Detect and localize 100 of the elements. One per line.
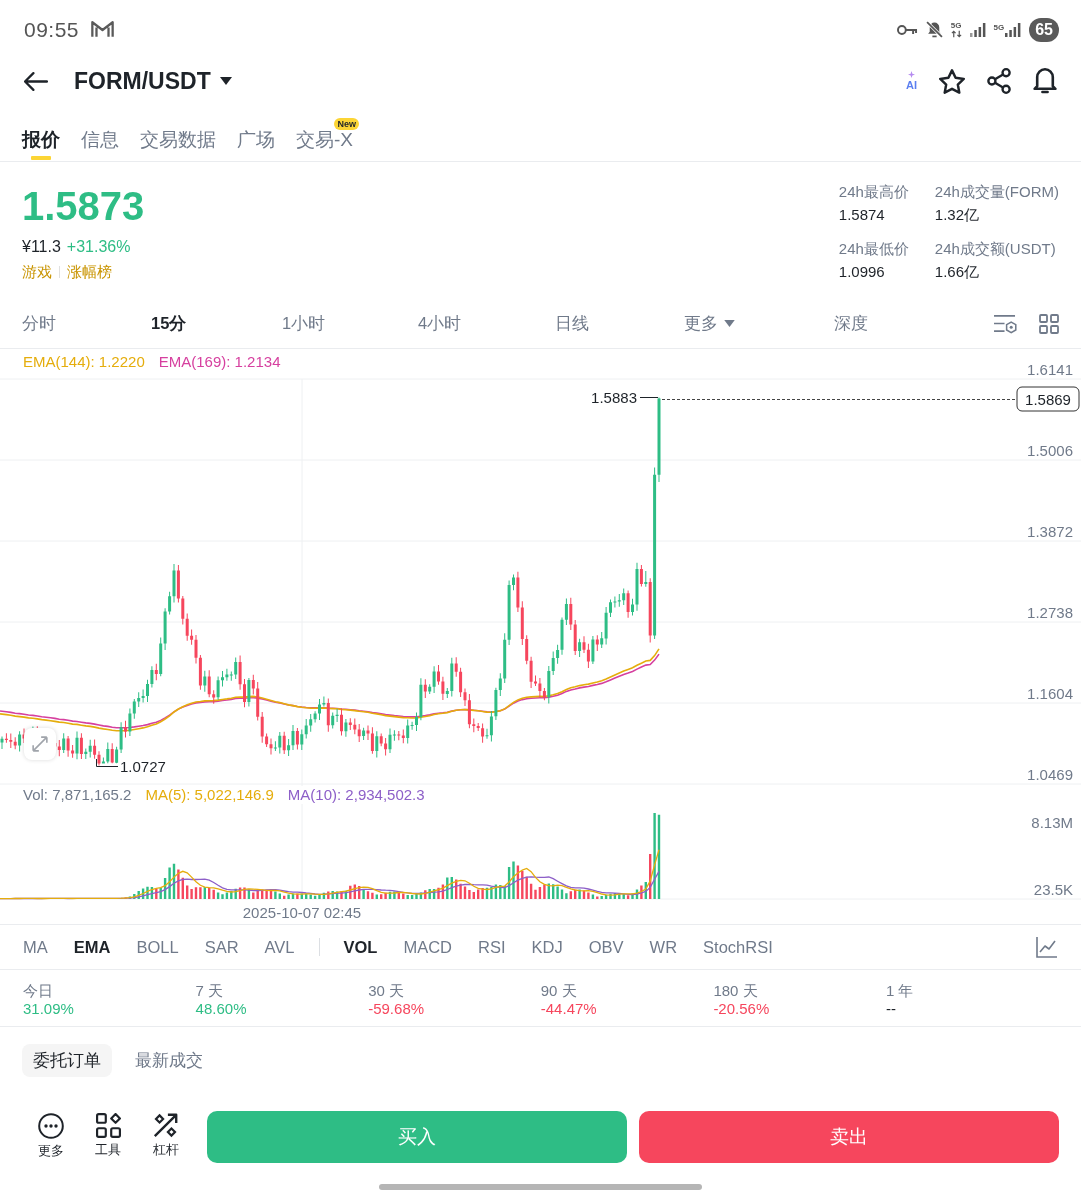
last-price: 1.5873 [22,184,145,228]
period-label: 7 天 [195,982,224,1000]
change-value: -20.56% [713,1000,770,1018]
tab[interactable]: 交易数据 [140,107,216,160]
order-tab[interactable]: 最新成交 [124,1044,214,1077]
legend-item: MA(5): 5,022,146.9 [145,786,274,804]
period-label: 30 天 [368,982,405,1000]
list-settings-icon[interactable] [993,313,1017,334]
legend-item: Vol: 7,871,165.2 [23,786,132,804]
sparkle-icon [908,71,915,78]
stat-label: 24h成交额(USDT) [934,239,1057,259]
period-label: 90 天 [540,982,577,1000]
share-icon[interactable] [987,68,1011,94]
time-label: 2025-10-07 02:45 [242,904,362,921]
tab[interactable]: 报价 [22,107,60,160]
period-label: 今日 [23,982,53,1000]
price-change: +31.36% [66,237,131,257]
data-arrows-icon [950,30,962,38]
bell-icon[interactable] [1033,68,1057,94]
caret-icon [219,77,232,85]
high-price-leader [639,397,659,398]
expand-icon [32,736,48,752]
period-label: 180 天 [713,982,758,1000]
category-tag[interactable]: 游戏 [22,261,52,283]
battery-indicator: 65 [1029,17,1059,42]
timeframe-tab[interactable]: 更多 [684,312,735,335]
sell-button[interactable]: 卖出 [638,1111,1059,1163]
indicator-tab[interactable]: SAR [204,937,239,957]
change-value: -- [885,1000,896,1018]
indicator-tab[interactable]: RSI [478,937,506,957]
legend-item: EMA(169): 1.2134 [158,353,281,371]
axis-label: 1.5006 [1027,442,1073,459]
axis-label: 1.3872 [1027,523,1073,540]
grid-icon[interactable] [1039,313,1059,334]
timeframe-tab[interactable]: 分时 [22,312,56,335]
low-price-leader [96,758,119,767]
timeframe-tab[interactable]: 15分 [151,312,187,335]
tool-button[interactable]: 工具 [79,1111,137,1159]
fiat-price: ¥11.3 [22,237,61,257]
axis-label: 1.2738 [1027,604,1073,621]
order-tab[interactable]: 委托订单 [22,1044,112,1077]
tool-button[interactable]: 更多 [22,1111,80,1159]
last-price-tag: 1.5869 [1016,386,1080,412]
tool-button[interactable]: 杠杆 [137,1111,195,1159]
indicator-tab[interactable]: WR [649,937,678,957]
indicator-tab[interactable]: VOL [343,937,378,957]
timeframe-tab[interactable]: 日线 [555,312,589,335]
axis-label: 1.0469 [1027,766,1073,783]
stat-label: 24h最低价 [838,239,910,259]
buy-button[interactable]: 买入 [206,1111,627,1163]
low-price-label: 1.0727 [120,758,166,775]
category-tag[interactable]: 涨幅榜 [67,261,112,283]
legend-item: MA(10): 2,934,502.3 [287,786,425,804]
change-value: -59.68% [368,1000,425,1018]
star-icon[interactable] [939,68,965,94]
indicator-tab[interactable]: StochRSI [703,937,773,957]
network-label: 5G [950,21,962,30]
indicator-tab[interactable]: EMA [73,937,111,957]
line-chart-icon[interactable] [1036,936,1058,958]
legend-item: EMA(144): 1.2220 [23,353,145,371]
stat-label: 24h成交量(FORM) [934,182,1059,202]
more-icon [37,1113,64,1139]
stat-value: 1.5874 [838,205,886,225]
stat-value: 1.32亿 [934,205,980,225]
indicator-tab[interactable]: MACD [403,937,453,957]
axis-label: 1.1604 [1027,685,1073,702]
axis-label: 1.6141 [1027,361,1073,378]
stat-value: 1.0996 [838,262,886,282]
status-time: 09:55 [24,17,80,42]
change-value: -44.47% [540,1000,597,1018]
stat-value: 1.66亿 [934,262,980,282]
high-price-label: 1.5883 [591,389,637,406]
network-label: 5G [993,22,1005,32]
axis-label: 8.13M [1031,814,1073,831]
change-value: 48.60% [195,1000,247,1018]
period-label: 1 年 [885,982,914,1000]
back-icon[interactable] [24,71,48,91]
change-value: 31.09% [23,1000,74,1018]
percent-arrow-icon [153,1113,179,1138]
tab[interactable]: 信息 [81,107,119,160]
signal-icon [1005,22,1022,37]
muted-bell-icon [925,21,943,38]
indicator-tab[interactable]: AVL [264,937,295,957]
shapes-icon [95,1113,121,1138]
timeframe-tab[interactable]: 4小时 [418,312,462,335]
timeframe-tab[interactable]: 1小时 [282,312,326,335]
stat-label: 24h最高价 [838,182,910,202]
indicator-tab[interactable]: OBV [588,937,624,957]
ai-button[interactable]: AI [906,71,917,91]
new-badge: New [334,118,359,130]
indicator-tab[interactable]: BOLL [136,937,179,957]
timeframe-tab[interactable]: 深度 [834,312,868,335]
indicator-tab[interactable]: KDJ [531,937,563,957]
tab[interactable]: 广场 [237,107,275,160]
signal-icon [969,22,986,37]
key-icon [896,24,918,35]
indicator-tab[interactable]: MA [23,937,48,957]
mail-icon [91,21,115,38]
pair-selector[interactable]: FORM/USDT [74,67,232,95]
axis-label: 23.5K [1033,881,1073,898]
